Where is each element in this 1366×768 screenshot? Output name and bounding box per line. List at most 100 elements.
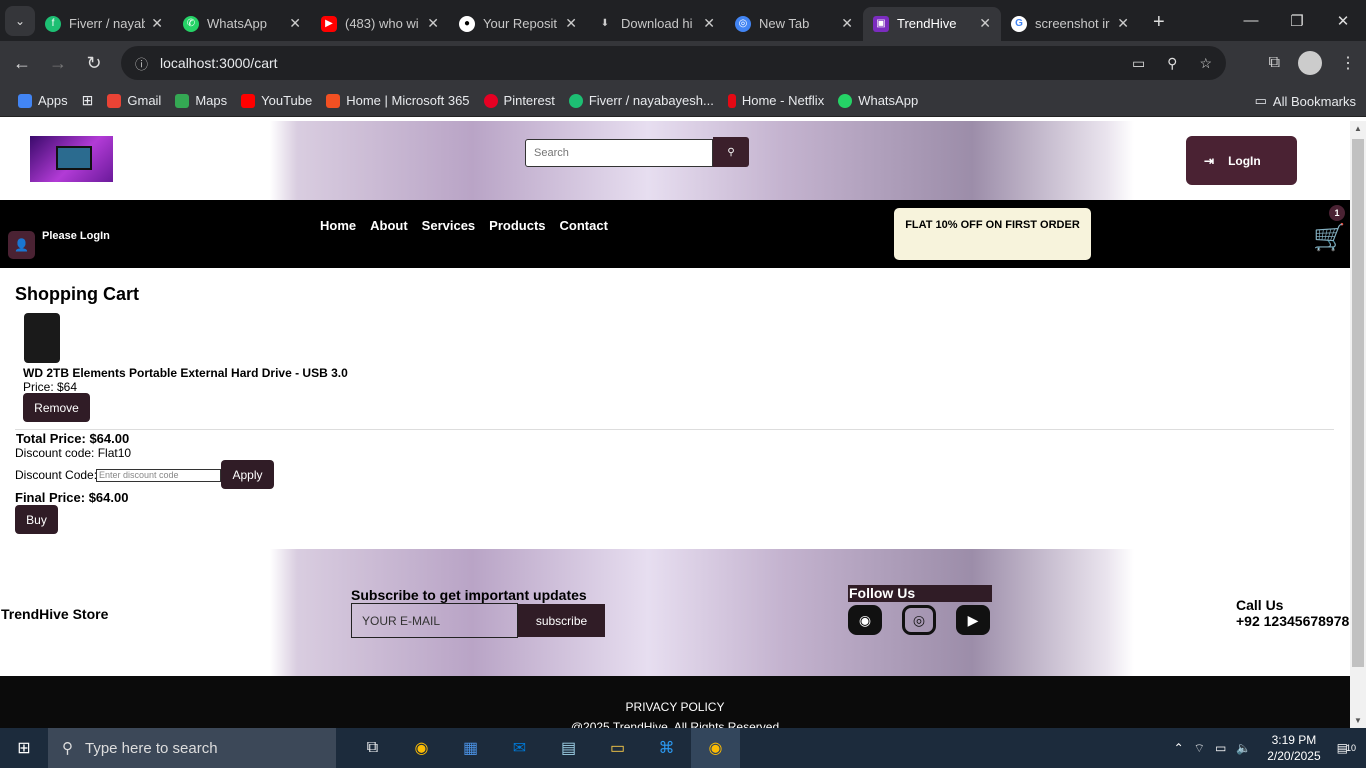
bookmark-microsoft[interactable]: Home | Microsoft 365 xyxy=(326,93,470,108)
extensions-icon[interactable]: ⧉ xyxy=(1269,54,1280,72)
nav-services[interactable]: Services xyxy=(422,218,476,233)
scrollbar-thumb[interactable] xyxy=(1352,139,1364,667)
apps-grid-icon[interactable]: ⊞ xyxy=(82,92,94,109)
tab-whatsapp[interactable]: ✆ WhatsApp ✕ xyxy=(173,7,311,41)
page-scrollbar[interactable]: ▲ ▼ xyxy=(1350,121,1366,728)
zoom-icon[interactable]: ⚲ xyxy=(1167,55,1177,72)
bookmark-whatsapp[interactable]: WhatsApp xyxy=(838,93,918,108)
chrome-active-icon[interactable]: ◉ xyxy=(691,728,740,768)
nav-home[interactable]: Home xyxy=(320,218,356,233)
login-label: LogIn xyxy=(1228,153,1261,168)
task-view-icon[interactable]: ⧉ xyxy=(348,728,397,768)
close-icon[interactable]: ✕ xyxy=(841,15,853,32)
nav-products[interactable]: Products xyxy=(489,218,545,233)
network-icon[interactable]: ⌔ xyxy=(1194,741,1205,756)
bookmark-label: YouTube xyxy=(261,93,313,108)
close-icon[interactable]: ✕ xyxy=(151,15,163,32)
nav-contact[interactable]: Contact xyxy=(560,218,608,233)
subscribe-button[interactable]: subscribe xyxy=(518,604,605,637)
privacy-link[interactable]: PRIVACY POLICY xyxy=(0,700,1350,714)
reload-icon[interactable]: ↻ xyxy=(76,45,112,81)
site-logo[interactable] xyxy=(30,136,113,182)
clock[interactable]: 3:19 PM 2/20/2025 xyxy=(1267,732,1320,764)
all-bookmarks[interactable]: ▭ All Bookmarks xyxy=(1255,85,1356,117)
vscode-icon[interactable]: ⌘ xyxy=(642,728,691,768)
discount-input[interactable]: Enter discount code xyxy=(96,469,221,482)
main-nav: 👤 Please LogIn Home About Services Produ… xyxy=(0,200,1350,268)
bookmark-netflix[interactable]: Home - Netflix xyxy=(727,93,824,108)
tab-new-tab[interactable]: ◎ New Tab ✕ xyxy=(725,7,863,41)
user-icon[interactable]: 👤 xyxy=(8,231,35,259)
new-tab-button[interactable]: + xyxy=(1153,11,1165,34)
bookmark-pinterest[interactable]: Pinterest xyxy=(483,93,555,108)
star-icon[interactable]: ☆ xyxy=(1199,55,1212,72)
search-icon: ⚲ xyxy=(62,740,73,757)
product-image xyxy=(24,313,60,363)
close-icon[interactable]: ✕ xyxy=(979,15,991,32)
cart-icon[interactable]: 🛒 xyxy=(1313,222,1345,253)
file-explorer-icon[interactable]: ▭ xyxy=(593,728,642,768)
scroll-down-icon[interactable]: ▼ xyxy=(1354,716,1362,725)
system-tray: ⌃ ⌔ ▭ 🔈 3:19 PM 2/20/2025 ▤ 10 xyxy=(1174,728,1366,768)
browser-tab-strip: ⌄ f Fiverr / nayab ✕ ✆ WhatsApp ✕ ▶ (483) who… xyxy=(0,0,1366,41)
tab-youtube[interactable]: ▶ (483) who wi ✕ xyxy=(311,7,449,41)
bookmark-fiverr[interactable]: Fiverr / nayabayesh... xyxy=(568,93,714,108)
close-icon[interactable]: ✕ xyxy=(565,15,577,32)
taskbar-search[interactable]: ⚲ Type here to search xyxy=(48,728,336,768)
tab-search-button[interactable]: ⌄ xyxy=(5,5,35,36)
forward-icon[interactable]: → xyxy=(40,45,76,81)
close-icon[interactable]: ✕ xyxy=(427,15,439,32)
youtube-icon[interactable]: ▶ xyxy=(956,605,990,635)
tab-github[interactable]: ● Your Reposit ✕ xyxy=(449,7,587,41)
bookmark-apps[interactable]: Apps xyxy=(18,93,68,108)
download-icon: ⬇ xyxy=(600,18,610,29)
tab-label: Download hi xyxy=(621,16,693,31)
tab-fiverr[interactable]: f Fiverr / nayab ✕ xyxy=(35,7,173,41)
scroll-up-icon[interactable]: ▲ xyxy=(1354,124,1362,133)
github-icon: ● xyxy=(459,15,475,32)
close-window-icon[interactable]: ✕ xyxy=(1320,0,1366,41)
microsoft-icon xyxy=(326,93,341,108)
search-input[interactable] xyxy=(525,139,713,167)
close-icon[interactable]: ✕ xyxy=(289,15,301,32)
tab-google[interactable]: Gscreenshot ir ✕ xyxy=(1001,7,1139,41)
all-bookmarks-label: All Bookmarks xyxy=(1272,93,1356,109)
close-icon[interactable]: ✕ xyxy=(703,15,715,32)
restore-icon[interactable]: ❐ xyxy=(1274,0,1320,41)
notepad-icon[interactable]: ▤ xyxy=(544,728,593,768)
back-icon[interactable]: ← xyxy=(4,45,40,81)
bookmark-youtube[interactable]: YouTube xyxy=(241,93,312,108)
tab-download[interactable]: ⬇ Download hi ✕ xyxy=(587,7,725,41)
search-button[interactable]: ⚲ xyxy=(713,137,749,167)
buy-button[interactable]: Buy xyxy=(15,505,58,534)
bookmark-maps[interactable]: Maps xyxy=(175,93,227,108)
chevron-up-icon[interactable]: ⌃ xyxy=(1174,741,1184,755)
tab-label: Your Reposit xyxy=(483,16,557,31)
outlook-icon[interactable]: ✉ xyxy=(495,728,544,768)
battery-icon[interactable]: ▭ xyxy=(1215,741,1226,755)
bookmark-gmail[interactable]: Gmail xyxy=(107,93,161,108)
tab-label: (483) who wi xyxy=(345,16,419,31)
remove-button[interactable]: Remove xyxy=(23,393,90,422)
site-info-icon[interactable]: ⓘ xyxy=(135,54,148,73)
store-icon[interactable]: ▦ xyxy=(446,728,495,768)
install-icon[interactable]: ▭ xyxy=(1132,55,1145,72)
avatar[interactable] xyxy=(1298,51,1322,75)
apply-button[interactable]: Apply xyxy=(221,460,274,489)
close-icon[interactable]: ✕ xyxy=(1117,15,1129,32)
chrome-icon[interactable]: ◉ xyxy=(397,728,446,768)
address-bar[interactable]: ⓘ localhost:3000/cart ▭ ⚲ ☆ xyxy=(121,46,1226,80)
windows-start-icon[interactable]: ⊞ xyxy=(0,728,48,768)
discord-icon[interactable]: ◉ xyxy=(848,605,882,635)
login-button[interactable]: ⇥ LogIn xyxy=(1186,136,1297,185)
volume-icon[interactable]: 🔈 xyxy=(1236,741,1251,755)
subscribe-title: Subscribe to get important updates xyxy=(351,587,587,603)
instagram-icon[interactable]: ◎ xyxy=(902,605,936,635)
minimize-icon[interactable]: — xyxy=(1228,0,1274,41)
page-content: ⚲ ⇥ LogIn 👤 Please LogIn Home About Serv… xyxy=(0,121,1350,728)
nav-about[interactable]: About xyxy=(370,218,408,233)
more-menu-icon[interactable]: ⋮ xyxy=(1340,53,1356,73)
follow-title: Follow Us xyxy=(848,585,992,602)
email-field[interactable]: YOUR E-MAIL xyxy=(351,603,518,638)
tab-trendhive[interactable]: ▣ TrendHive ✕ xyxy=(863,6,1001,41)
